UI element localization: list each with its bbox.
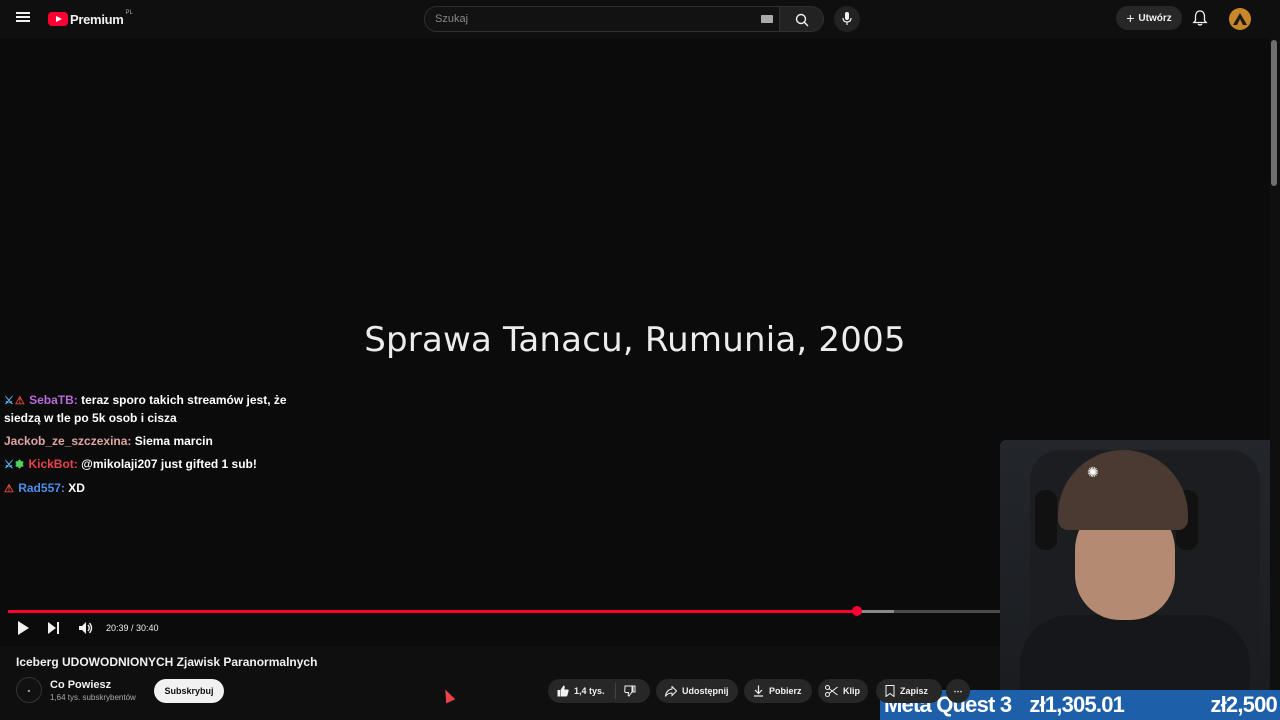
- video-title: Iceberg UDOWODNIONYCH Zjawisk Paranormal…: [16, 655, 318, 669]
- keyboard-icon[interactable]: [761, 15, 773, 23]
- channel-avatar[interactable]: ■: [16, 677, 42, 703]
- cap-logo-icon: ✺: [1087, 464, 1099, 480]
- chat-text: XD: [68, 481, 85, 495]
- clip-label: Klip: [843, 686, 860, 696]
- user-avatar[interactable]: [1229, 8, 1251, 30]
- avatar-logo-icon: [1233, 13, 1247, 25]
- page-scrollbar[interactable]: [1271, 40, 1277, 186]
- video-overlay-title: Sprawa Tanacu, Rumunia, 2005: [364, 320, 906, 360]
- sword-icon: ⚔: [4, 395, 14, 407]
- channel-name[interactable]: Co Powiesz: [50, 679, 111, 691]
- streamer-shirt: [1020, 615, 1250, 692]
- next-button[interactable]: [47, 620, 61, 641]
- stream-chat-overlay: ⚔⚠ SebaTB: teraz sporo takich streamów j…: [4, 392, 304, 504]
- like-count: 1,4 tys.: [574, 686, 605, 696]
- channel-subscriber-count: 1,64 tys. subskrybentów: [50, 693, 136, 702]
- gift-icon: ✽: [14, 459, 25, 471]
- skip-next-icon: [48, 622, 59, 634]
- scissors-icon: [825, 685, 838, 697]
- search-input[interactable]: [425, 7, 779, 31]
- chat-username: KickBot:: [28, 457, 78, 471]
- youtube-logo-icon: [48, 12, 68, 26]
- chat-username: Jackob_ze_szczexina:: [4, 434, 132, 448]
- chat-message: Jackob_ze_szczexina: Siema marcin: [4, 433, 304, 450]
- notifications-bell-icon[interactable]: [1192, 10, 1208, 32]
- download-button[interactable]: Pobierz: [744, 679, 812, 703]
- progress-scrubber-handle[interactable]: [852, 606, 863, 616]
- save-label: Zapisz: [900, 686, 929, 696]
- time-display: 20:39 / 30:40: [106, 623, 159, 633]
- create-button[interactable]: + Utwórz: [1116, 6, 1182, 30]
- save-button[interactable]: Zapisz: [876, 679, 942, 703]
- bookmark-icon: [885, 685, 895, 697]
- clip-button[interactable]: Klip: [818, 679, 868, 703]
- search-button[interactable]: [780, 6, 824, 32]
- search-icon: [795, 13, 809, 27]
- volume-icon: [79, 622, 93, 634]
- like-dislike-group: 1,4 tys.: [548, 679, 650, 703]
- share-icon: [665, 685, 677, 697]
- chat-message: ⚠ Rad557: XD: [4, 480, 304, 498]
- more-dots-icon: ⋯: [953, 685, 963, 696]
- more-actions-button[interactable]: ⋯: [946, 679, 970, 703]
- microphone-icon: [842, 12, 852, 25]
- voice-search-button[interactable]: [834, 6, 860, 32]
- search-box: [424, 6, 780, 32]
- menu-icon[interactable]: [14, 10, 32, 28]
- top-bar: Premium PL + Utwórz: [0, 0, 1280, 38]
- logo-text: Premium: [70, 11, 124, 27]
- play-icon: [18, 621, 29, 635]
- youtube-premium-logo[interactable]: Premium PL: [48, 10, 133, 28]
- play-button[interactable]: [16, 620, 30, 641]
- goal-target: zł2,500: [1210, 692, 1277, 717]
- subscribe-button[interactable]: Subskrybuj: [154, 679, 224, 703]
- chat-username: Rad557:: [18, 481, 65, 495]
- share-button[interactable]: Udostępnij: [656, 679, 738, 703]
- chat-text: @mikolaji207 just gifted 1 sub!: [81, 457, 257, 471]
- streamer-webcam: ✺: [1000, 440, 1270, 692]
- thumbs-up-icon: [557, 685, 569, 697]
- chat-text: Siema marcin: [134, 434, 213, 448]
- headphones: [1035, 490, 1057, 550]
- chat-message: ⚔✽ KickBot: @mikolaji207 just gifted 1 s…: [4, 456, 304, 474]
- like-button[interactable]: 1,4 tys.: [548, 683, 616, 699]
- dislike-button[interactable]: [616, 685, 641, 697]
- chat-username: SebaTB:: [29, 393, 78, 407]
- warning-icon: ⚠: [4, 483, 14, 495]
- share-label: Udostępnij: [682, 686, 729, 696]
- download-label: Pobierz: [769, 686, 802, 696]
- create-label: Utwórz: [1138, 12, 1172, 24]
- sword-icon: ⚔: [4, 459, 14, 471]
- mouse-cursor: [440, 687, 456, 704]
- goal-current: zł1,305.01: [1029, 692, 1125, 717]
- warning-icon: ⚠: [14, 395, 25, 407]
- volume-button[interactable]: [78, 620, 94, 641]
- thumbs-down-icon: [624, 685, 636, 697]
- logo-region: PL: [125, 10, 133, 16]
- progress-played: [8, 610, 858, 613]
- download-icon: [754, 685, 763, 697]
- chat-message: ⚔⚠ SebaTB: teraz sporo takich streamów j…: [4, 392, 304, 427]
- plus-icon: +: [1126, 10, 1135, 26]
